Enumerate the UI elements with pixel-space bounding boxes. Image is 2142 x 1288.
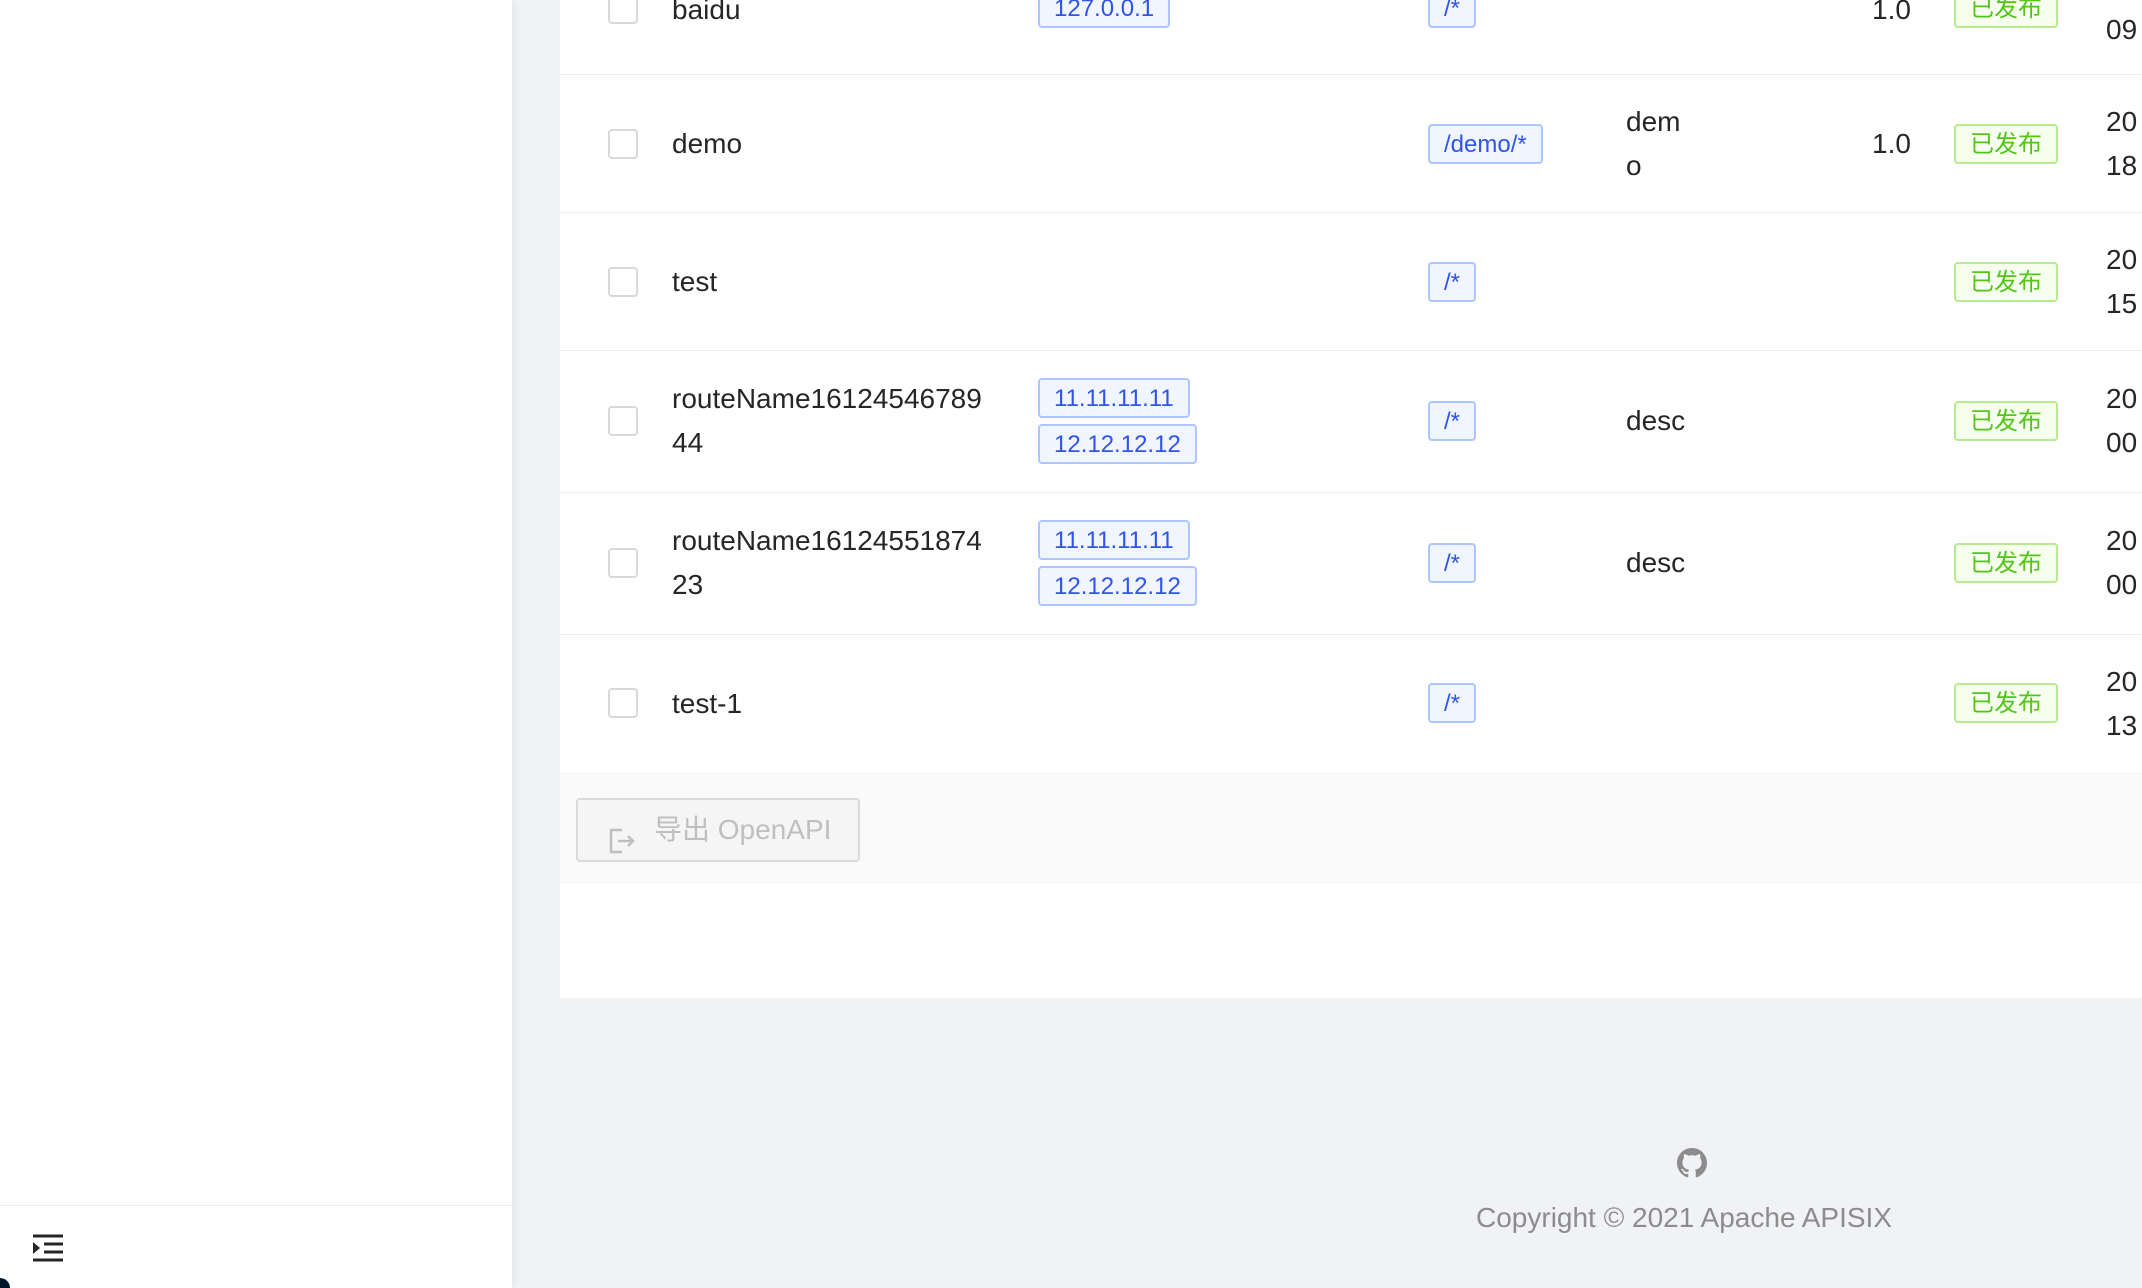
page: baidu 127.0.0.1 /* 1.0 已发布 09 demo /demo… bbox=[0, 0, 2142, 1288]
table-row: baidu 127.0.0.1 /* 1.0 已发布 09 bbox=[560, 0, 2142, 75]
update-time: 20 15 bbox=[2106, 238, 2137, 326]
host-tag: 12.12.12.12 bbox=[1038, 424, 1197, 464]
update-time: 09 bbox=[2106, 14, 2138, 45]
menu-fold-icon[interactable] bbox=[30, 1230, 66, 1266]
route-description: dem o bbox=[1626, 100, 1680, 188]
sidebar bbox=[0, 0, 512, 1288]
row-checkbox[interactable] bbox=[608, 267, 638, 297]
table-row: routeName16124551874 23 11.11.11.11 12.1… bbox=[560, 493, 2142, 635]
copyright-text: Copyright © 2021 Apache APISIX bbox=[1476, 1202, 1893, 1233]
update-time-line: 20 bbox=[2106, 244, 2138, 275]
sidebar-footer bbox=[0, 1205, 512, 1288]
routes-table-card: baidu 127.0.0.1 /* 1.0 已发布 09 demo /demo… bbox=[560, 0, 2142, 998]
update-time-line: 18 bbox=[2106, 150, 2138, 181]
path-tag: /* bbox=[1428, 0, 1477, 28]
github-icon[interactable] bbox=[1677, 1148, 1707, 1178]
row-checkbox[interactable] bbox=[608, 406, 638, 436]
update-time-line: 20 bbox=[2106, 525, 2138, 556]
path-tag: /* bbox=[1428, 683, 1477, 723]
update-time-line: 00 bbox=[2106, 427, 2138, 458]
export-openapi-button[interactable]: 导出 OpenAPI bbox=[576, 798, 860, 862]
route-name: test-1 bbox=[672, 688, 743, 719]
status-badge: 已发布 bbox=[1954, 0, 2058, 28]
row-checkbox[interactable] bbox=[608, 129, 638, 159]
route-name: baidu bbox=[672, 0, 741, 25]
status-badge: 已发布 bbox=[1954, 401, 2058, 441]
route-name-line: routeName16124546789 bbox=[672, 383, 982, 414]
row-checkbox[interactable] bbox=[608, 688, 638, 718]
table-row: test /* 已发布 20 15 bbox=[560, 213, 2142, 351]
update-time-line: 20 bbox=[2106, 666, 2138, 697]
host-tag: 11.11.11.11 bbox=[1038, 378, 1190, 418]
route-name-line: 44 bbox=[672, 427, 704, 458]
status-badge: 已发布 bbox=[1954, 683, 2058, 723]
route-description-line: o bbox=[1626, 150, 1642, 181]
path-tag: /demo/* bbox=[1428, 124, 1543, 164]
update-time-line: 20 bbox=[2106, 106, 2138, 137]
update-time-line: 13 bbox=[2106, 710, 2138, 741]
route-name-line: 23 bbox=[672, 569, 704, 600]
update-time: 20 13 bbox=[2106, 660, 2137, 748]
export-icon bbox=[608, 816, 636, 854]
route-name: routeName16124551874 23 bbox=[672, 519, 982, 607]
status-badge: 已发布 bbox=[1954, 124, 2058, 164]
table-footer-toolbar: 导出 OpenAPI bbox=[560, 772, 2142, 884]
host-tag: 11.11.11.11 bbox=[1038, 520, 1190, 560]
route-name: test bbox=[672, 266, 718, 297]
export-openapi-label: 导出 OpenAPI bbox=[654, 814, 832, 845]
row-checkbox[interactable] bbox=[608, 0, 638, 24]
host-tag: 127.0.0.1 bbox=[1038, 0, 1171, 28]
update-time: 20 00 bbox=[2106, 377, 2137, 465]
route-description-line: dem bbox=[1626, 106, 1681, 137]
route-name-line: routeName16124551874 bbox=[672, 525, 982, 556]
update-time-line: 20 bbox=[2106, 383, 2138, 414]
route-version: 1.0 bbox=[1872, 0, 1911, 25]
table-row: routeName16124546789 44 11.11.11.11 12.1… bbox=[560, 351, 2142, 493]
table-row: demo /demo/* dem o 1.0 已发布 20 18 bbox=[560, 75, 2142, 213]
route-description: desc bbox=[1626, 405, 1686, 436]
path-tag: /* bbox=[1428, 401, 1477, 441]
global-footer: Copyright © 2021 Apache APISIX bbox=[512, 1130, 2142, 1250]
path-tag: /* bbox=[1428, 543, 1477, 583]
update-time-line: 00 bbox=[2106, 569, 2138, 600]
update-time: 20 00 bbox=[2106, 519, 2137, 607]
status-badge: 已发布 bbox=[1954, 262, 2058, 302]
update-time: 20 18 bbox=[2106, 100, 2137, 188]
route-version: 1.0 bbox=[1872, 128, 1911, 159]
status-badge: 已发布 bbox=[1954, 543, 2058, 583]
route-description: desc bbox=[1626, 547, 1686, 578]
host-tag: 12.12.12.12 bbox=[1038, 566, 1197, 606]
route-name: routeName16124546789 44 bbox=[672, 377, 982, 465]
row-checkbox[interactable] bbox=[608, 548, 638, 578]
update-time-line: 15 bbox=[2106, 288, 2138, 319]
route-name: demo bbox=[672, 128, 743, 159]
path-tag: /* bbox=[1428, 262, 1477, 302]
table-row: test-1 /* 已发布 20 13 bbox=[560, 635, 2142, 773]
